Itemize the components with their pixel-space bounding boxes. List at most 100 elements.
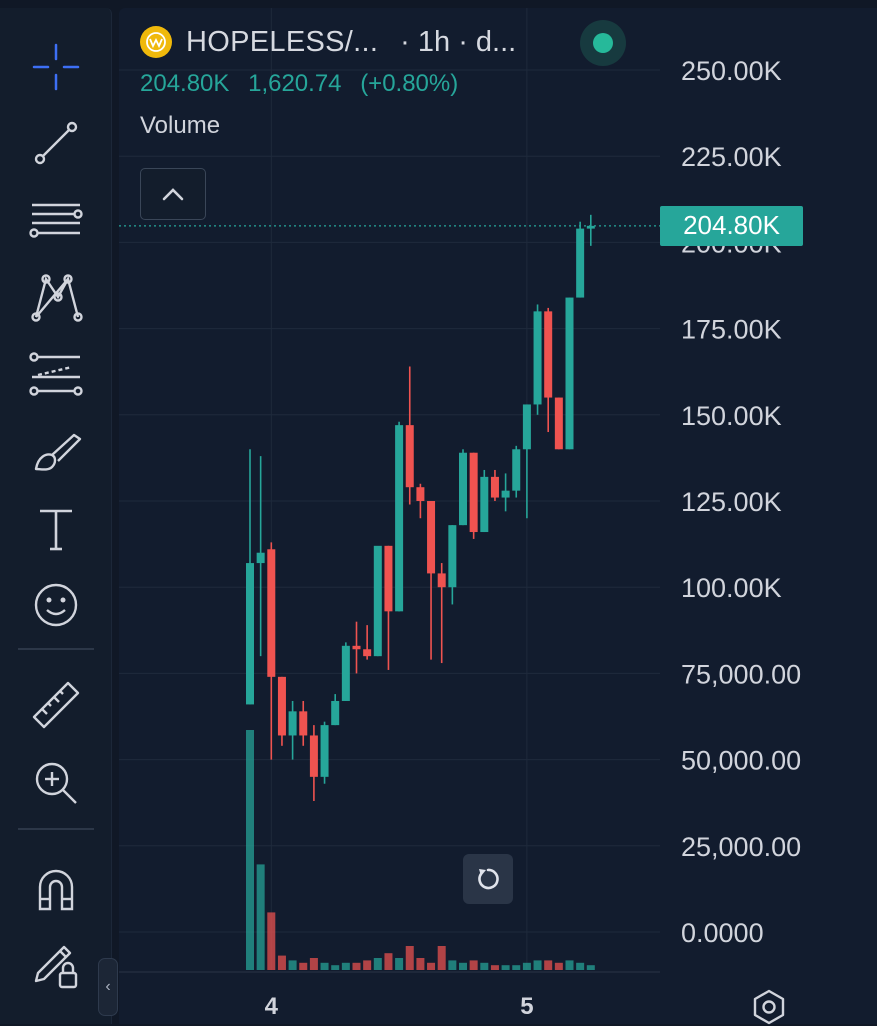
- volume-bar: [448, 960, 457, 970]
- y-axis-tick-label: 125.00K: [681, 487, 782, 517]
- y-axis-tick-label: 75,000.00: [681, 659, 801, 689]
- candle-body: [437, 573, 446, 588]
- trend-line-icon[interactable]: [16, 112, 96, 174]
- volume-bar: [384, 953, 393, 970]
- candle-body: [427, 501, 436, 574]
- volume-bar: [405, 946, 414, 970]
- price-change: 1,620.74: [248, 70, 342, 97]
- prediction-icon[interactable]: [16, 344, 96, 406]
- candle-body: [299, 711, 308, 736]
- volume-bar: [459, 962, 467, 970]
- brush-icon[interactable]: [16, 420, 96, 482]
- symbol-name[interactable]: HOPELESS/...: [186, 26, 378, 59]
- candle-body: [405, 425, 414, 488]
- text-tool-icon[interactable]: [16, 498, 96, 560]
- chart-legend: HOPELESS/... · 1h · d... 204.80K 1,620.7…: [140, 20, 626, 140]
- candle-body: [501, 490, 510, 498]
- candle-body: [522, 404, 531, 450]
- x-axis-tick-label: 4: [265, 993, 279, 1020]
- candle-body: [352, 645, 361, 650]
- candle-body: [277, 676, 286, 736]
- volume-bar: [437, 946, 446, 970]
- volume-bar: [576, 962, 585, 970]
- volume-bar: [416, 958, 425, 970]
- candle-body: [554, 397, 563, 450]
- candle-body: [309, 735, 318, 777]
- volume-bar: [395, 958, 404, 970]
- toolbar-collapse-button[interactable]: ‹: [98, 958, 118, 1016]
- volume-bar: [288, 960, 297, 970]
- volume-bar: [512, 965, 521, 970]
- volume-bar: [299, 962, 308, 970]
- volume-bar: [320, 962, 329, 970]
- last-price: 204.80K: [140, 70, 230, 97]
- emoji-icon[interactable]: [16, 574, 96, 636]
- volume-bar: [352, 962, 361, 970]
- y-axis-tick-label: 0.0000: [681, 918, 764, 948]
- y-axis-tick-label: 225.00K: [681, 142, 782, 172]
- volume-bar: [490, 965, 499, 970]
- ruler-icon[interactable]: [16, 674, 96, 736]
- y-axis-tick-label: 175.00K: [681, 315, 782, 345]
- y-axis-tick-label: 100.00K: [681, 573, 782, 603]
- chart-settings-icon[interactable]: [750, 988, 788, 1026]
- candle-body: [395, 425, 404, 612]
- zoom-in-icon[interactable]: [16, 752, 96, 814]
- volume-bar: [533, 960, 542, 970]
- interval-label[interactable]: · 1h · d...: [400, 26, 516, 59]
- crosshair-icon[interactable]: [16, 36, 96, 98]
- market-status-icon[interactable]: [580, 20, 626, 66]
- toolbar-divider: [18, 828, 94, 830]
- horizontal-lines-icon[interactable]: [16, 190, 96, 252]
- candle-body: [416, 487, 425, 501]
- volume-bar: [522, 962, 531, 970]
- volume-bar: [586, 965, 595, 970]
- volume-bar: [309, 958, 318, 970]
- candle-body: [256, 552, 265, 564]
- volume-bar: [256, 864, 265, 970]
- volume-bar: [427, 962, 436, 970]
- candle-body: [459, 452, 467, 526]
- chevron-up-icon: [162, 188, 184, 201]
- y-axis-tick-label: 150.00K: [681, 401, 782, 431]
- volume-bar: [246, 730, 254, 970]
- candle-body: [320, 725, 329, 777]
- candle-body: [363, 649, 372, 657]
- drawing-toolbar: ‹: [0, 8, 118, 1024]
- volume-bar: [544, 960, 553, 970]
- volume-bar: [331, 965, 340, 970]
- candle-body: [331, 700, 340, 726]
- candle-body: [544, 311, 553, 398]
- candle-body: [469, 452, 478, 533]
- volume-bar: [341, 962, 350, 970]
- reset-chart-button[interactable]: [463, 854, 513, 904]
- candle-body: [267, 549, 276, 677]
- y-axis-tick-label: 25,000.00: [681, 832, 801, 862]
- candle-body: [565, 297, 574, 450]
- y-axis-tick-label: 50,000.00: [681, 746, 801, 776]
- coin-logo-icon: [140, 26, 172, 58]
- magnet-icon[interactable]: [16, 858, 96, 920]
- volume-bar: [469, 960, 478, 970]
- volume-indicator-label[interactable]: Volume: [140, 112, 516, 140]
- price-change-percent: (+0.80%): [360, 70, 459, 97]
- legend-collapse-button[interactable]: [140, 168, 206, 220]
- x-axis-tick-label: 5: [520, 993, 533, 1020]
- volume-bar: [501, 965, 510, 970]
- y-axis-tick-label: 250.00K: [681, 56, 782, 86]
- candle-body: [490, 476, 499, 498]
- volume-bar: [267, 912, 276, 970]
- volume-bar: [480, 962, 489, 970]
- candle-body: [576, 228, 585, 298]
- volume-bar: [277, 955, 286, 970]
- candle-body: [373, 545, 382, 657]
- candle-body: [341, 645, 350, 701]
- candle-body: [384, 545, 393, 612]
- lock-drawings-icon[interactable]: [16, 934, 96, 996]
- candle-body: [480, 476, 489, 533]
- candle-body: [288, 711, 297, 736]
- pattern-icon[interactable]: [16, 266, 96, 328]
- volume-bar: [565, 960, 574, 970]
- reset-icon: [478, 868, 499, 890]
- volume-bar: [373, 958, 382, 970]
